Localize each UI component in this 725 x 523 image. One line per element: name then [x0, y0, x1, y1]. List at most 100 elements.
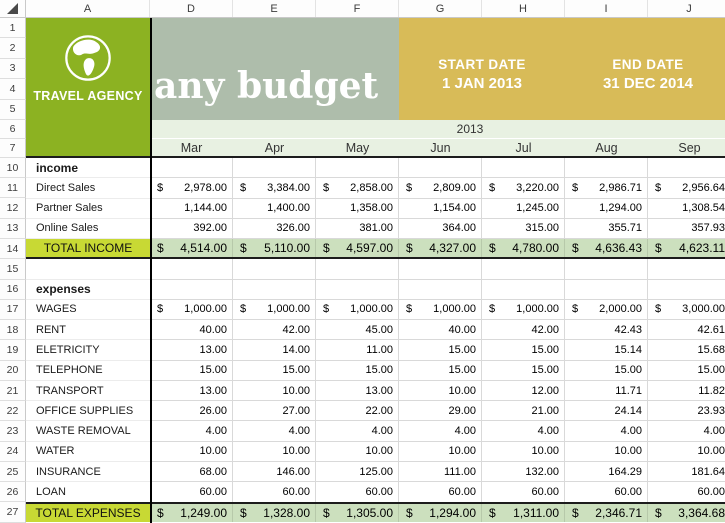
- value-cell[interactable]: 10.00: [316, 442, 399, 462]
- column-header-H[interactable]: H: [482, 0, 565, 17]
- year-band-cell[interactable]: 2013: [150, 120, 725, 139]
- value-cell[interactable]: [316, 158, 399, 178]
- value-cell[interactable]: 1,308.54: [648, 199, 725, 219]
- value-cell[interactable]: 10.00: [648, 442, 725, 462]
- value-cell[interactable]: 4.00: [482, 421, 565, 441]
- value-cell[interactable]: 125.00: [316, 462, 399, 482]
- value-cell[interactable]: [565, 158, 648, 178]
- row-header-13[interactable]: 13: [0, 219, 26, 239]
- value-cell[interactable]: $1,328.00: [233, 504, 316, 522]
- value-cell[interactable]: 364.00: [399, 219, 482, 239]
- month-header-Jun[interactable]: Jun: [399, 139, 482, 156]
- row-header-3[interactable]: 3: [0, 59, 26, 79]
- row-label-cell[interactable]: OFFICE SUPPLIES: [26, 401, 150, 421]
- value-cell[interactable]: 10.00: [399, 442, 482, 462]
- value-cell[interactable]: 111.00: [399, 462, 482, 482]
- row-label-cell[interactable]: [26, 259, 150, 279]
- value-cell[interactable]: $1,000.00: [150, 300, 233, 320]
- value-cell[interactable]: 22.00: [316, 401, 399, 421]
- row-header-15[interactable]: 15: [0, 259, 26, 279]
- value-cell[interactable]: 11.82: [648, 381, 725, 401]
- title-banner-cell[interactable]: any budget: [150, 18, 399, 120]
- row-header-1[interactable]: 1: [0, 18, 26, 38]
- value-cell[interactable]: 15.68: [648, 340, 725, 360]
- row-label-cell[interactable]: TOTAL INCOME: [26, 239, 150, 257]
- column-header-J[interactable]: J: [648, 0, 725, 17]
- value-cell[interactable]: $3,220.00: [482, 178, 565, 198]
- value-cell[interactable]: 10.00: [565, 442, 648, 462]
- value-cell[interactable]: [648, 158, 725, 178]
- column-header-E[interactable]: E: [233, 0, 316, 17]
- row-header-23[interactable]: 23: [0, 421, 26, 441]
- value-cell[interactable]: $4,636.43: [565, 239, 648, 257]
- value-cell[interactable]: 14.00: [233, 340, 316, 360]
- value-cell[interactable]: $2,809.00: [399, 178, 482, 198]
- value-cell[interactable]: 11.71: [565, 381, 648, 401]
- row-header-20[interactable]: 20: [0, 361, 26, 381]
- value-cell[interactable]: 4.00: [233, 421, 316, 441]
- row-label-cell[interactable]: income: [26, 158, 150, 178]
- value-cell[interactable]: 381.00: [316, 219, 399, 239]
- row-label-cell[interactable]: LOAN: [26, 482, 150, 502]
- value-cell[interactable]: 355.71: [565, 219, 648, 239]
- row-header-14[interactable]: 14: [0, 239, 26, 259]
- value-cell[interactable]: 10.00: [233, 442, 316, 462]
- value-cell[interactable]: 27.00: [233, 401, 316, 421]
- row-header-10[interactable]: 10: [0, 158, 26, 178]
- logo-cell[interactable]: TRAVEL AGENCY: [26, 18, 150, 158]
- row-label-cell[interactable]: WASTE REMOVAL: [26, 421, 150, 441]
- row-header-2[interactable]: 2: [0, 38, 26, 58]
- column-header-F[interactable]: F: [316, 0, 399, 17]
- value-cell[interactable]: [482, 158, 565, 178]
- value-cell[interactable]: 42.61: [648, 320, 725, 340]
- value-cell[interactable]: [233, 158, 316, 178]
- value-cell[interactable]: [482, 280, 565, 300]
- value-cell[interactable]: 42.00: [233, 320, 316, 340]
- row-header-25[interactable]: 25: [0, 462, 26, 482]
- value-cell[interactable]: 15.00: [399, 361, 482, 381]
- value-cell[interactable]: $3,384.00: [233, 178, 316, 198]
- month-header-Mar[interactable]: Mar: [150, 139, 233, 156]
- row-header-16[interactable]: 16: [0, 280, 26, 300]
- row-label-cell[interactable]: Partner Sales: [26, 199, 150, 219]
- value-cell[interactable]: 15.00: [150, 361, 233, 381]
- value-cell[interactable]: 15.00: [482, 361, 565, 381]
- row-label-cell[interactable]: expenses: [26, 280, 150, 300]
- value-cell[interactable]: 4.00: [316, 421, 399, 441]
- value-cell[interactable]: 13.00: [150, 381, 233, 401]
- value-cell[interactable]: 15.00: [316, 361, 399, 381]
- value-cell[interactable]: 60.00: [648, 482, 725, 502]
- value-cell[interactable]: 10.00: [482, 442, 565, 462]
- value-cell[interactable]: $2,000.00: [565, 300, 648, 320]
- date-banner-cell[interactable]: START DATE 1 JAN 2013 END DATE 31 DEC 20…: [399, 18, 725, 120]
- value-cell[interactable]: $2,346.71: [565, 504, 648, 522]
- value-cell[interactable]: 26.00: [150, 401, 233, 421]
- value-cell[interactable]: $2,978.00: [150, 178, 233, 198]
- value-cell[interactable]: 42.00: [482, 320, 565, 340]
- value-cell[interactable]: $1,294.00: [399, 504, 482, 522]
- row-label-cell[interactable]: Online Sales: [26, 219, 150, 239]
- value-cell[interactable]: $4,514.00: [150, 239, 233, 257]
- row-label-cell[interactable]: TOTAL EXPENSES: [26, 504, 150, 522]
- value-cell[interactable]: $1,311.00: [482, 504, 565, 522]
- value-cell[interactable]: 15.14: [565, 340, 648, 360]
- row-header-7[interactable]: 7: [0, 139, 26, 158]
- value-cell[interactable]: [150, 259, 233, 279]
- value-cell[interactable]: $1,000.00: [482, 300, 565, 320]
- value-cell[interactable]: $4,597.00: [316, 239, 399, 257]
- value-cell[interactable]: [316, 280, 399, 300]
- value-cell[interactable]: 10.00: [233, 381, 316, 401]
- value-cell[interactable]: 1,400.00: [233, 199, 316, 219]
- value-cell[interactable]: [648, 280, 725, 300]
- value-cell[interactable]: 60.00: [482, 482, 565, 502]
- value-cell[interactable]: 1,358.00: [316, 199, 399, 219]
- value-cell[interactable]: [150, 158, 233, 178]
- value-cell[interactable]: 60.00: [150, 482, 233, 502]
- value-cell[interactable]: 15.00: [233, 361, 316, 381]
- value-cell[interactable]: 23.93: [648, 401, 725, 421]
- value-cell[interactable]: 1,294.00: [565, 199, 648, 219]
- value-cell[interactable]: 10.00: [150, 442, 233, 462]
- row-header-12[interactable]: 12: [0, 198, 26, 218]
- value-cell[interactable]: 15.00: [648, 361, 725, 381]
- value-cell[interactable]: 29.00: [399, 401, 482, 421]
